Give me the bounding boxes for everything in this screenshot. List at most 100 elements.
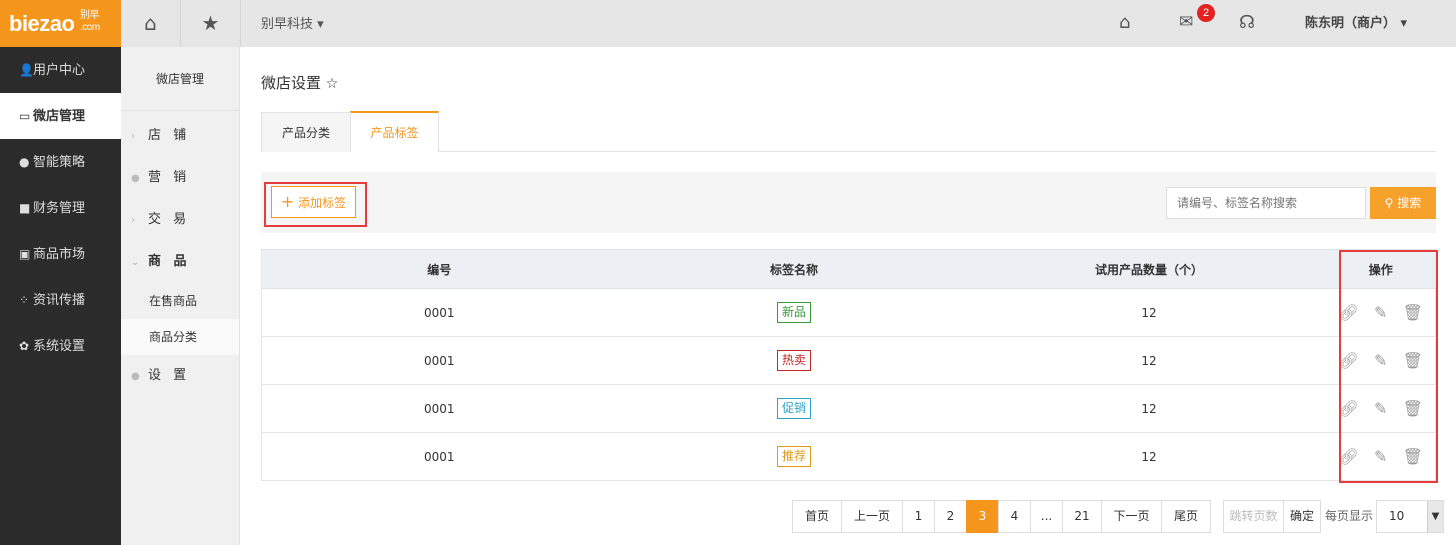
sidebar-item-label: 用户中心 (33, 63, 86, 78)
page-title: 微店设置 ☆ (261, 74, 339, 92)
jump-page-input[interactable]: 跳转页数 (1223, 500, 1284, 533)
sidebar-item-label: 商品市场 (33, 247, 86, 262)
page-5-button[interactable]: 21 (1062, 500, 1102, 533)
subnav-title: 微店管理 (121, 47, 239, 111)
dropdown-arrow-icon: ▼ (1427, 501, 1444, 532)
page-1-button[interactable]: 2 (934, 500, 967, 533)
main-content: 微店设置 ☆ 产品分类 产品标签 + 添加标签 ⚲ 搜索 编号 标签名称 试用产… (240, 47, 1456, 545)
subnav-item-shop[interactable]: › 店 铺 (121, 115, 239, 157)
cell-tag: 推荐 (616, 432, 972, 481)
subnav-item-trade[interactable]: › 交 易 (121, 199, 239, 241)
tag-table: 编号 标签名称 试用产品数量（个） 操作 0001 新品 12 🔗︎ ✎ 🗑︎ 0001 热卖… (261, 249, 1436, 481)
cell-id: 0001 (261, 336, 617, 385)
home-shortcut-button[interactable]: ⌂ (121, 0, 181, 47)
search-button[interactable]: ⚲ 搜索 (1370, 187, 1436, 219)
tag-badge: 促销 (776, 398, 811, 419)
dot-icon: ● (131, 173, 140, 184)
tab-bar: 产品分类 产品标签 (261, 111, 1436, 152)
market-icon: ▣ (19, 247, 31, 261)
company-name: 别早科技 (261, 17, 314, 32)
tab-product-tag[interactable]: 产品标签 (350, 111, 439, 152)
subnav-item-marketing[interactable]: ● 营 销 (121, 157, 239, 199)
cell-id: 0001 (261, 288, 617, 337)
tag-badge: 新品 (776, 302, 811, 323)
sidebar-item-label: 资讯传播 (33, 293, 86, 308)
highlight-box (1339, 250, 1438, 483)
favorite-button[interactable]: ★ (181, 0, 241, 47)
add-tag-button[interactable]: + 添加标签 (271, 186, 356, 218)
col-header-count: 试用产品数量（个） (971, 249, 1327, 289)
user-icon: 👤 (19, 63, 34, 77)
cell-id: 0001 (261, 384, 617, 433)
subnav-item-settings[interactable]: ● 设 置 (121, 355, 239, 397)
notification-badge: 2 (1197, 4, 1215, 22)
col-header-tag-name: 标签名称 (616, 249, 972, 289)
page-0-button[interactable]: 1 (902, 500, 935, 533)
table-row: 0001 热卖 12 🔗︎ ✎ 🗑︎ (261, 336, 1436, 385)
per-page-select[interactable]: 10 ▼ (1376, 500, 1445, 533)
cell-tag: 促销 (616, 384, 972, 433)
table-row: 0001 促销 12 🔗︎ ✎ 🗑︎ (261, 384, 1436, 433)
tab-product-category[interactable]: 产品分类 (261, 112, 351, 152)
home-icon[interactable]: ⌂ (1119, 0, 1130, 45)
next-page-button[interactable]: 下一页 (1101, 500, 1162, 533)
star-icon: ★ (201, 11, 220, 35)
tag-badge: 热卖 (776, 350, 811, 371)
page-2-button[interactable]: 3 (966, 500, 999, 533)
page-4-button[interactable]: ... (1030, 500, 1063, 533)
company-dropdown[interactable]: 别早科技 ▾ (261, 0, 324, 50)
chevron-right-icon: › (131, 215, 135, 226)
jump-confirm-button[interactable]: 确定 (1283, 500, 1321, 533)
per-page-value: 10 (1389, 509, 1405, 523)
sub-navigation: 微店管理 › 店 铺 ● 营 销 › 交 易 ⌄ 商 品 在售商品 商品分类 ● 设 置 (121, 47, 240, 545)
chevron-down-icon: ⌄ (131, 257, 140, 268)
settings-icon: ✿ (19, 339, 30, 353)
cell-count: 12 (971, 432, 1327, 481)
sidebar-item-0[interactable]: 👤用户中心 (0, 47, 121, 93)
last-page-button[interactable]: 尾页 (1161, 500, 1211, 533)
topbar: ⌂ ★ 别早科技 ▾ ⌂ ✉ 2 ☊ 陈东明（商户） ▾ (121, 0, 1456, 47)
support-icon[interactable]: ☊ (1239, 0, 1255, 45)
mail-icon[interactable]: ✉ (1179, 0, 1193, 45)
toolbar: + 添加标签 ⚲ 搜索 (261, 172, 1436, 233)
per-page-label: 每页显示 (1325, 509, 1374, 523)
star-outline-icon[interactable]: ☆ (326, 76, 339, 92)
first-page-button[interactable]: 首页 (792, 500, 842, 533)
caret-down-icon: ▾ (1400, 16, 1408, 31)
prev-page-button[interactable]: 上一页 (841, 500, 903, 533)
sidebar-item-6[interactable]: ✿ 系统设置 (0, 323, 121, 369)
plus-icon: + (280, 192, 295, 211)
strategy-icon: ● (19, 155, 30, 169)
subnav-item-category[interactable]: 商品分类 (121, 319, 239, 355)
subnav-item-goods[interactable]: ⌄ 商 品 (121, 241, 239, 283)
finance-icon: ■ (19, 201, 31, 215)
logo[interactable]: biezao 别早 .com (0, 0, 121, 47)
user-menu[interactable]: 陈东明（商户） ▾ (1305, 0, 1407, 47)
tag-badge: 推荐 (776, 446, 811, 467)
user-name: 陈东明（商户） (1305, 16, 1397, 31)
dot-icon: ● (131, 371, 140, 382)
sidebar-item-label: 系统设置 (33, 339, 86, 354)
sidebar-item-4[interactable]: ▣ 商品市场 (0, 231, 121, 277)
search-input[interactable] (1166, 187, 1366, 219)
sidebar-item-label: 财务管理 (33, 201, 86, 216)
pagination: 首页 上一页 1 2 3 4... 21 下一页 尾页 (792, 500, 1211, 533)
cell-count: 12 (971, 336, 1327, 385)
cell-count: 12 (971, 288, 1327, 337)
page-3-button[interactable]: 4 (998, 500, 1031, 533)
add-tag-label: 添加标签 (298, 196, 347, 210)
chevron-right-icon: › (131, 131, 135, 142)
col-header-id: 编号 (261, 249, 617, 289)
sidebar-item-1[interactable]: ▭ 微店管理 (0, 93, 121, 139)
sidebar-item-5[interactable]: ⁘ 资讯传播 (0, 277, 121, 323)
cell-count: 12 (971, 384, 1327, 433)
search-label: 搜索 (1397, 196, 1422, 210)
cell-tag: 热卖 (616, 336, 972, 385)
subnav-item-on-sale[interactable]: 在售商品 (121, 283, 239, 319)
sidebar-item-label: 智能策略 (33, 155, 86, 170)
sidebar-item-2[interactable]: ● 智能策略 (0, 139, 121, 185)
home-icon: ⌂ (144, 11, 157, 35)
shop-icon: ▭ (19, 109, 31, 123)
sidebar-item-3[interactable]: ■ 财务管理 (0, 185, 121, 231)
table-row: 0001 推荐 12 🔗︎ ✎ 🗑︎ (261, 432, 1436, 481)
